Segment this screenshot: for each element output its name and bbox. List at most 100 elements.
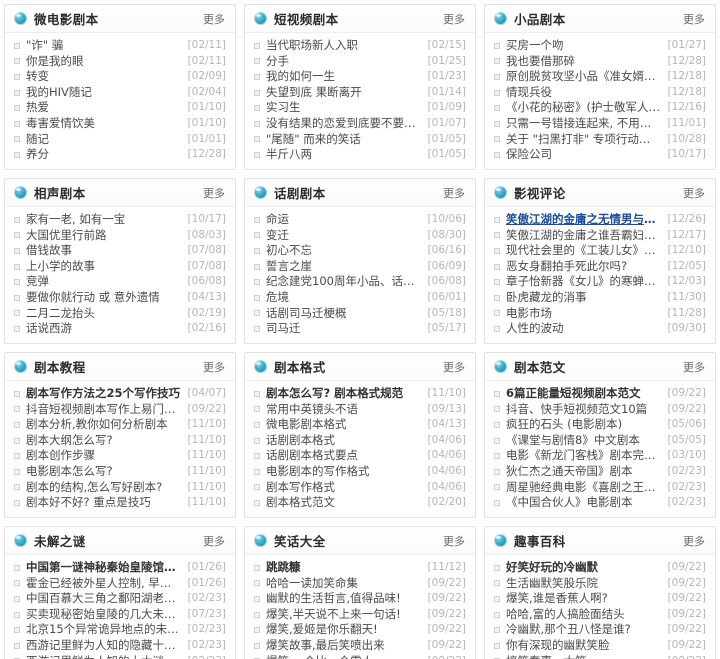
article-link[interactable]: 养分 (26, 147, 182, 163)
article-link[interactable]: 转变 (26, 69, 182, 85)
article-link[interactable]: 危境 (266, 290, 422, 306)
list-item[interactable]: 剧本格式范文 [02/20] (254, 495, 466, 511)
list-item[interactable]: 危境 [06/01] (254, 290, 466, 306)
article-link[interactable]: 笑傲江湖的金庸之谁吾霸妇与英雄 (506, 228, 662, 244)
list-item[interactable]: 剧本怎么写? 剧本格式规范 [11/10] (254, 386, 466, 402)
article-link[interactable]: 常用中英镜头不语 (266, 402, 422, 418)
list-item[interactable]: 毒害爱情饮美 [01/10] (14, 116, 226, 132)
list-item[interactable]: 热爱 [01/10] (14, 100, 226, 116)
article-link[interactable]: 狄仁杰之通天帝国》剧本 (506, 464, 662, 480)
article-link[interactable]: 剧本写作方法之25个写作技巧 (26, 386, 182, 402)
list-item[interactable]: 变迁 [08/30] (254, 228, 466, 244)
list-item[interactable]: 我的如何一生 [01/23] (254, 69, 466, 85)
article-link[interactable]: 剧本创作步骤 (26, 448, 182, 464)
article-link[interactable]: 剧本大纲怎么写? (26, 433, 182, 449)
list-item[interactable]: 章子怡新器《女儿》的寒蝉效应 [12/03] (494, 274, 706, 290)
list-item[interactable]: 爆笑,半天说不上来一句话! [09/22] (254, 607, 466, 623)
list-item[interactable]: 抖音短视频剧本写作上易门技巧 [09/22] (14, 402, 226, 418)
article-link[interactable]: 热爱 (26, 100, 182, 116)
list-item[interactable]: 关于 "扫黑打非" 专项行动的小品 [10/28] (494, 132, 706, 148)
article-link[interactable]: 恶女身翻拍手死此尔吗? (506, 259, 662, 275)
more-link[interactable]: 更多 (203, 11, 225, 27)
list-item[interactable]: 失望到底 果断离开 [01/14] (254, 85, 466, 101)
article-link[interactable]: 纪念建党100周年小品、话剧剧本《星火 (266, 274, 422, 290)
article-link[interactable]: 卧虎藏龙的消事 (506, 290, 662, 306)
article-link[interactable]: 《课堂与剧情8》中文剧本 (506, 433, 662, 449)
list-item[interactable]: 纪念建党100周年小品、话剧剧本《星火 [06/08] (254, 274, 466, 290)
article-link[interactable]: 电影《新龙门客栈》剧本完整版 (506, 448, 662, 464)
list-item[interactable]: 我也要借那碎 [12/28] (494, 54, 706, 70)
article-link[interactable]: 跳跳糠 (266, 560, 422, 576)
list-item[interactable]: "诈" 骗 [02/11] (14, 38, 226, 54)
article-link[interactable]: 哈哈一读加笑命集 (266, 576, 422, 592)
list-item[interactable]: 周星驰经典电影《喜剧之王》剧本 [02/23] (494, 480, 706, 496)
list-item[interactable]: 当代职场新人入职 [02/15] (254, 38, 466, 54)
article-link[interactable]: 话剧剧本格式要点 (266, 448, 422, 464)
article-link[interactable]: 《中国合伙人》电影剧本 (506, 495, 662, 511)
article-link[interactable]: "诈" 骗 (26, 38, 182, 54)
more-link[interactable]: 更多 (203, 533, 225, 549)
article-link[interactable]: 我的HIV随记 (26, 85, 182, 101)
list-item[interactable]: 借钱故事 [07/08] (14, 243, 226, 259)
list-item[interactable]: 买卖现秘密始皇陵的几大未解之谜 [07/23] (14, 607, 226, 623)
list-item[interactable]: 买房一个吻 [01/27] (494, 38, 706, 54)
article-link[interactable]: 微电影剧本格式 (266, 417, 422, 433)
article-link[interactable]: 爆笑,一个比一个雷人 (266, 654, 422, 659)
list-item[interactable]: 原创脱贫攻坚小品《准女婿上门》 [12/18] (494, 69, 706, 85)
article-link[interactable]: 现代社会里的《工装儿女》终篇看的陷空 (506, 243, 662, 259)
list-item[interactable]: 哈哈一读加笑命集 [09/22] (254, 576, 466, 592)
article-link[interactable]: 抖音、快手短视频范文10篇 (506, 402, 662, 418)
list-item[interactable]: 电影剧本怎么写? [11/10] (14, 464, 226, 480)
article-link[interactable]: 人性的波动 (506, 321, 662, 337)
article-link[interactable]: 半斤八两 (266, 147, 422, 163)
list-item[interactable]: 分手 [01/25] (254, 54, 466, 70)
article-link[interactable]: 大国优里行前路 (26, 228, 182, 244)
list-item[interactable]: 剧本分析,教你如何分析剧本 [11/10] (14, 417, 226, 433)
list-item[interactable]: 只需一号错接连起来, 不用去韩国整容 [11/01] (494, 116, 706, 132)
list-item[interactable]: 话剧剧本格式要点 [04/06] (254, 448, 466, 464)
article-link[interactable]: 爆笑故事,最后笑喷出来 (266, 638, 422, 654)
article-link[interactable]: 电影剧本的写作格式 (266, 464, 422, 480)
list-item[interactable]: 没有结果的恋爱到底要不要谈? [01/07] (254, 116, 466, 132)
article-link[interactable]: 话说西游 (26, 321, 182, 337)
article-link[interactable]: 关于 "扫黑打非" 专项行动的小品 (506, 132, 662, 148)
list-item[interactable]: 半斤八两 [01/05] (254, 147, 466, 163)
list-item[interactable]: 常用中英镜头不语 [09/13] (254, 402, 466, 418)
list-item[interactable]: 笑傲江湖的金庸之无情男与渣男 [12/26] (494, 212, 706, 228)
article-link[interactable]: 剧本格式范文 (266, 495, 422, 511)
more-link[interactable]: 更多 (683, 11, 705, 27)
list-item[interactable]: 随记 [01/01] (14, 132, 226, 148)
list-item[interactable]: 大国优里行前路 [08/03] (14, 228, 226, 244)
article-link[interactable]: 章子怡新器《女儿》的寒蝉效应 (506, 274, 662, 290)
article-link[interactable]: 保险公司 (506, 147, 662, 163)
article-link[interactable]: 分手 (266, 54, 422, 70)
more-link[interactable]: 更多 (683, 533, 705, 549)
article-link[interactable]: 原创脱贫攻坚小品《准女婿上门》 (506, 69, 662, 85)
article-link[interactable]: 当代职场新人入职 (266, 38, 422, 54)
list-item[interactable]: 初心不忘 [06/16] (254, 243, 466, 259)
article-link[interactable]: 我的如何一生 (266, 69, 422, 85)
list-item[interactable]: 狄仁杰之通天帝国》剧本 [02/23] (494, 464, 706, 480)
list-item[interactable]: 家有一老, 如有一宝 [10/17] (14, 212, 226, 228)
list-item[interactable]: 好笑好玩的冷幽默 [09/22] (494, 560, 706, 576)
article-link[interactable]: 电影剧本怎么写? (26, 464, 182, 480)
list-item[interactable]: 实习生 [01/09] (254, 100, 466, 116)
more-link[interactable]: 更多 (443, 533, 465, 549)
article-link[interactable]: 疯狂的石头 (电影剧本) (506, 417, 662, 433)
list-item[interactable]: 养分 [12/28] (14, 147, 226, 163)
article-link[interactable]: "尾随" 而来的笑话 (266, 132, 422, 148)
list-item[interactable]: 爆笑,谁是香蕉人啊? [09/22] (494, 591, 706, 607)
article-link[interactable]: 剧本分析,教你如何分析剧本 (26, 417, 182, 433)
article-link[interactable]: 爆笑,半天说不上来一句话! (266, 607, 422, 623)
article-link[interactable]: 幽默的生活哲言,值得品味! (266, 591, 422, 607)
list-item[interactable]: 剧本的结构,怎么写好剧本? [11/10] (14, 480, 226, 496)
list-item[interactable]: 中国第一谜神秘秦始皇陵馆藏 "九层妖 [01/26] (14, 560, 226, 576)
article-link[interactable]: 你是我的眼 (26, 54, 182, 70)
list-item[interactable]: 剧本创作步骤 [11/10] (14, 448, 226, 464)
article-link[interactable]: 只需一号错接连起来, 不用去韩国整容 (506, 116, 662, 132)
article-link[interactable]: 剧本好不好? 重点是技巧 (26, 495, 182, 511)
article-link[interactable]: 二月二龙抬头 (26, 306, 182, 322)
more-link[interactable]: 更多 (443, 185, 465, 201)
list-item[interactable]: 卧虎藏龙的消事 [11/30] (494, 290, 706, 306)
article-link[interactable]: 剧本的结构,怎么写好剧本? (26, 480, 182, 496)
